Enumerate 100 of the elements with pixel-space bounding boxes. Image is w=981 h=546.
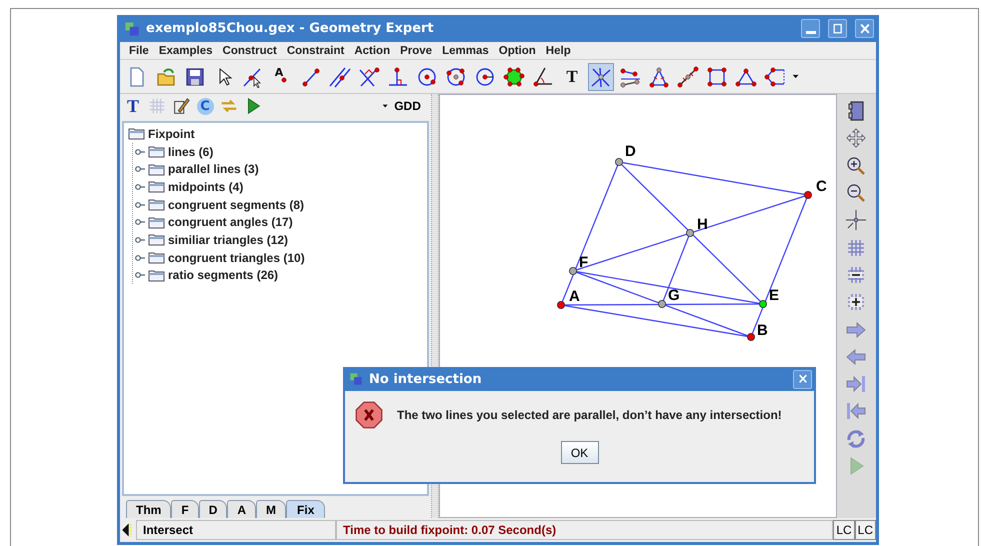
- folder-icon: [148, 162, 165, 176]
- save-icon: [184, 66, 206, 88]
- zoom-in-icon: [845, 154, 868, 177]
- circle-3pt-icon: [445, 66, 467, 88]
- text-tool-button[interactable]: T: [559, 62, 585, 90]
- collapsed-handle-icon[interactable]: [135, 271, 145, 280]
- minimize-button[interactable]: [801, 19, 820, 38]
- tab[interactable]: Fix: [286, 500, 326, 518]
- point-label: A: [568, 288, 580, 305]
- minimize-icon: [806, 31, 816, 34]
- folder-icon: [148, 216, 165, 229]
- circle-radius-icon: [474, 66, 496, 88]
- tree-item[interactable]: parallel lines (3): [168, 162, 259, 176]
- folder-icon: [128, 127, 145, 140]
- menu-item[interactable]: Lemmas: [437, 44, 494, 56]
- collapsed-handle-icon[interactable]: [135, 254, 145, 262]
- point-marker[interactable]: [804, 191, 812, 199]
- collapsed-handle-icon[interactable]: [135, 200, 145, 209]
- point-label: C: [816, 178, 827, 195]
- status-message: Time to build fixpoint: 0.07 Second(s): [336, 520, 834, 540]
- point-label: F: [578, 254, 588, 271]
- tree-item[interactable]: lines (6): [168, 144, 214, 159]
- folder-icon: [148, 233, 165, 246]
- equal-segments-icon: [619, 66, 641, 88]
- close-icon: [796, 373, 808, 385]
- point-label: E: [768, 287, 779, 304]
- window-title: exemplo85Chou.gex - Geometry Expert: [146, 21, 435, 36]
- menu-item[interactable]: Action: [349, 44, 396, 56]
- intersection-icon: [590, 66, 612, 88]
- point-marker[interactable]: [758, 300, 767, 308]
- polygon-icon: [503, 66, 525, 88]
- tree-item[interactable]: congruent triangles (10): [168, 250, 305, 265]
- tab[interactable]: M: [256, 500, 286, 518]
- menu-item[interactable]: Option: [494, 44, 541, 56]
- crosshair-icon: [845, 209, 868, 232]
- angle-icon: [532, 66, 554, 88]
- menu-item[interactable]: Examples: [154, 44, 218, 56]
- point-label-tool-button[interactable]: A: [269, 62, 295, 90]
- zoom-out-icon: [845, 182, 868, 204]
- circle-icon: [416, 66, 438, 88]
- move-icon: [845, 127, 868, 150]
- collapsed-handle-icon[interactable]: [135, 218, 145, 226]
- close-button[interactable]: [855, 19, 874, 38]
- caret-icon: [381, 102, 390, 110]
- tree-item[interactable]: midpoints (4): [168, 180, 244, 194]
- point-marker[interactable]: [746, 333, 755, 341]
- refresh-icon: [845, 428, 868, 450]
- tree-item[interactable]: similiar triangles (12): [168, 232, 288, 247]
- folder-icon: [148, 251, 165, 264]
- error-icon: [355, 401, 383, 429]
- collapsed-handle-icon[interactable]: [135, 236, 145, 244]
- point-marker[interactable]: [556, 301, 565, 309]
- glyph-tool-button[interactable]: T: [122, 95, 144, 117]
- tab[interactable]: A: [227, 500, 256, 518]
- midpoint-icon: [677, 66, 699, 88]
- point-marker[interactable]: [658, 300, 666, 308]
- folder-icon: [148, 145, 165, 158]
- app-icon: [349, 372, 363, 386]
- foot-icon: [387, 66, 409, 88]
- tab[interactable]: D: [198, 500, 228, 518]
- maximize-button[interactable]: [828, 19, 847, 38]
- folder-icon: [148, 180, 165, 194]
- intersection-tool-button[interactable]: [588, 62, 614, 90]
- dialog-message: The two lines you selected are parallel, don’t have any intersection!: [397, 408, 782, 422]
- point-label: B: [756, 322, 768, 339]
- point-marker[interactable]: [614, 158, 623, 166]
- pentagon-icon: [764, 66, 786, 88]
- status-indicator: LC: [854, 520, 876, 540]
- tree-item[interactable]: congruent segments (8): [168, 198, 304, 212]
- ok-button[interactable]: OK: [560, 441, 598, 464]
- tab[interactable]: F: [171, 500, 199, 518]
- tree-item[interactable]: Fixpoint: [148, 126, 195, 141]
- tree-item[interactable]: congruent angles (17): [168, 215, 293, 230]
- collapsed-handle-icon[interactable]: [135, 165, 145, 174]
- parallel-icon: [329, 66, 351, 88]
- status-indicator: LC: [833, 520, 855, 540]
- folder-icon: [148, 198, 165, 212]
- menu-item[interactable]: Construct: [218, 44, 282, 56]
- tree-item[interactable]: ratio segments (26): [168, 268, 278, 282]
- close-button[interactable]: [793, 370, 812, 388]
- dialog-title: No intersection: [369, 372, 483, 386]
- caret-icon: [791, 72, 801, 80]
- open-folder-icon: [155, 66, 177, 88]
- tab[interactable]: Thm: [126, 500, 172, 518]
- square-icon: [706, 66, 728, 88]
- point-marker[interactable]: [568, 267, 577, 275]
- collapsed-handle-icon[interactable]: [135, 182, 145, 191]
- menu-item[interactable]: Constraint: [282, 44, 350, 56]
- status-mode: Intersect: [136, 520, 336, 540]
- menu-item[interactable]: Prove: [395, 44, 438, 56]
- triangle-icon: [735, 66, 757, 88]
- folder-icon: [148, 268, 165, 282]
- perpendicular-icon: [358, 66, 380, 88]
- menu-item[interactable]: Help: [540, 44, 576, 56]
- collapsed-handle-icon[interactable]: [135, 148, 145, 156]
- close-icon: [858, 22, 872, 36]
- point-label-icon: [280, 76, 287, 82]
- menu-item[interactable]: File: [124, 44, 154, 56]
- point-marker[interactable]: [686, 229, 694, 237]
- mode-dropdown[interactable]: GDD: [375, 98, 427, 114]
